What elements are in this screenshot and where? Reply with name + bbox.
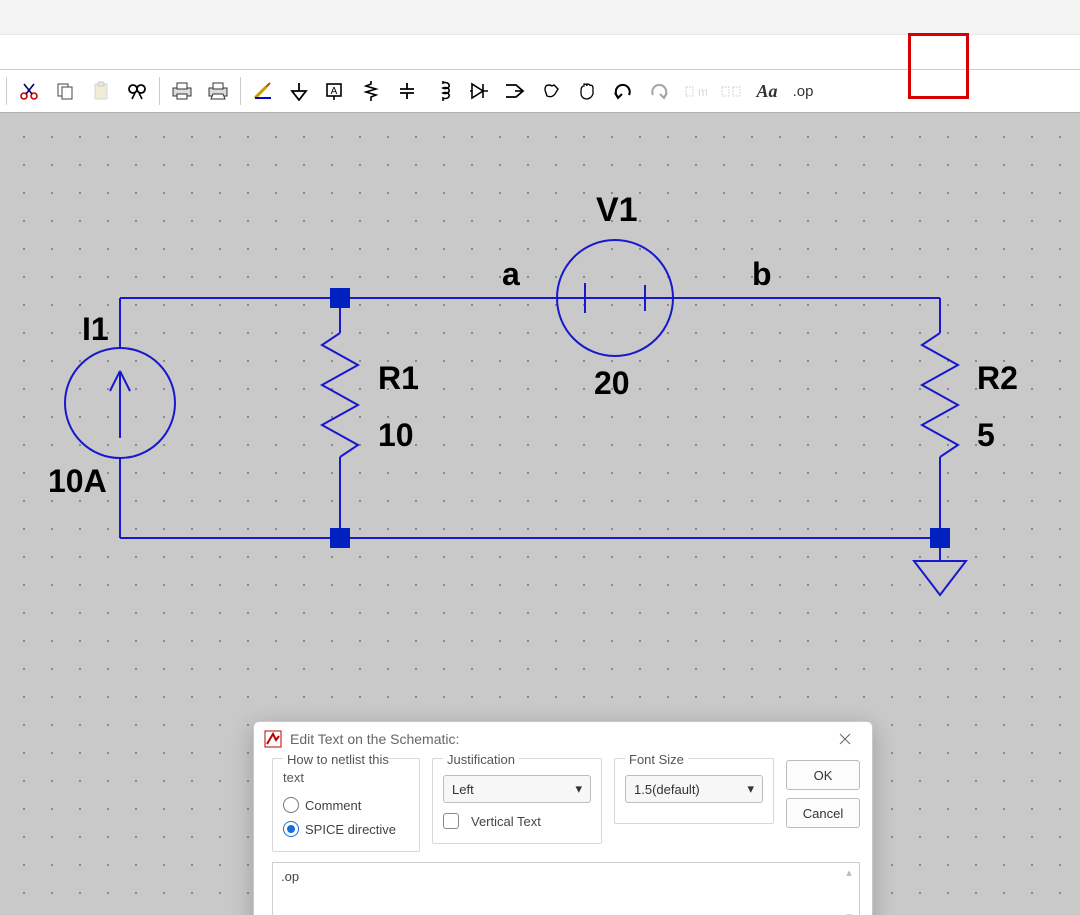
fontsize-value: 1.5(default): [634, 782, 700, 797]
label-node-b[interactable]: b: [752, 256, 772, 293]
label-r1-name[interactable]: R1: [378, 360, 419, 397]
inductor-icon[interactable]: [427, 75, 459, 107]
directive-textarea[interactable]: .op ▴ ▾: [272, 862, 860, 915]
label-i1-value[interactable]: 10A: [48, 463, 107, 500]
toolbar: A m Aa .op: [0, 69, 1080, 113]
vertical-text-checkbox[interactable]: Vertical Text: [443, 809, 591, 833]
toolbar-sep: [159, 77, 160, 105]
label-i1-name[interactable]: I1: [82, 311, 109, 348]
print-icon[interactable]: [166, 75, 198, 107]
vertical-text-label: Vertical Text: [471, 814, 541, 829]
print-setup-icon[interactable]: [202, 75, 234, 107]
find-icon[interactable]: [121, 75, 153, 107]
svg-text:m: m: [698, 85, 707, 99]
diode-icon[interactable]: [463, 75, 495, 107]
draw-wire-icon[interactable]: [247, 75, 279, 107]
label-node-a[interactable]: a: [502, 256, 520, 293]
capacitor-icon[interactable]: [391, 75, 423, 107]
undo-icon[interactable]: [607, 75, 639, 107]
radio-directive-label: SPICE directive: [305, 822, 396, 837]
toolbar-sep: [6, 77, 7, 105]
radio-icon: [283, 797, 299, 813]
dialog-title: Edit Text on the Schematic:: [290, 731, 459, 747]
schematic-canvas[interactable]: V1 20 a b I1 10A R1 10 R2 5 Edit Text on…: [0, 113, 1080, 915]
radio-comment[interactable]: Comment: [283, 793, 409, 817]
justification-value: Left: [452, 782, 474, 797]
netlist-fieldset: How to netlist this text Comment SPICE d…: [272, 758, 420, 852]
window-shelf: [0, 0, 1080, 35]
label-r1-value[interactable]: 10: [378, 417, 414, 454]
scroll-up-icon[interactable]: ▴: [843, 866, 855, 878]
label-r2-name[interactable]: R2: [977, 360, 1018, 397]
edit-text-dialog: Edit Text on the Schematic: How to netli…: [253, 721, 873, 915]
component-icon[interactable]: [499, 75, 531, 107]
fontsize-legend: Font Size: [625, 752, 688, 767]
resistor-icon[interactable]: [355, 75, 387, 107]
justification-select[interactable]: Left ▾: [443, 775, 591, 803]
paste-icon[interactable]: [85, 75, 117, 107]
netlist-legend: How to netlist this text: [283, 752, 389, 785]
toolbar-sep: [240, 77, 241, 105]
redo-icon[interactable]: [643, 75, 675, 107]
radio-comment-label: Comment: [305, 798, 361, 813]
label-v1-name[interactable]: V1: [596, 191, 638, 230]
label-r2-value[interactable]: 5: [977, 417, 995, 454]
fontsize-select[interactable]: 1.5(default) ▾: [625, 775, 763, 803]
app-icon: [264, 730, 282, 748]
ok-button[interactable]: OK: [786, 760, 860, 790]
text-icon[interactable]: Aa: [751, 75, 783, 107]
justification-legend: Justification: [443, 752, 519, 767]
close-icon[interactable]: [828, 724, 862, 754]
fontsize-fieldset: Font Size 1.5(default) ▾: [614, 758, 774, 824]
move-icon[interactable]: [535, 75, 567, 107]
directive-text: .op: [273, 863, 859, 890]
label-v1-value[interactable]: 20: [594, 365, 630, 402]
radio-spice-directive[interactable]: SPICE directive: [283, 817, 409, 841]
copy-icon[interactable]: [49, 75, 81, 107]
cut-icon[interactable]: [13, 75, 45, 107]
ground-icon[interactable]: [283, 75, 315, 107]
drag-icon[interactable]: [571, 75, 603, 107]
svg-text:A: A: [331, 86, 338, 97]
rotate-right-icon[interactable]: [715, 75, 747, 107]
chevron-down-icon: ▾: [575, 781, 582, 797]
spice-directive-icon[interactable]: .op: [787, 75, 819, 107]
dialog-titlebar: Edit Text on the Schematic:: [254, 722, 872, 756]
chevron-down-icon: ▾: [747, 781, 754, 797]
radio-icon: [283, 821, 299, 837]
rotate-left-icon[interactable]: m: [679, 75, 711, 107]
checkbox-icon: [443, 813, 459, 829]
cancel-button[interactable]: Cancel: [786, 798, 860, 828]
label-icon[interactable]: A: [319, 75, 351, 107]
scroll-down-icon[interactable]: ▾: [843, 910, 855, 915]
justification-fieldset: Justification Left ▾ Vertical Text: [432, 758, 602, 844]
